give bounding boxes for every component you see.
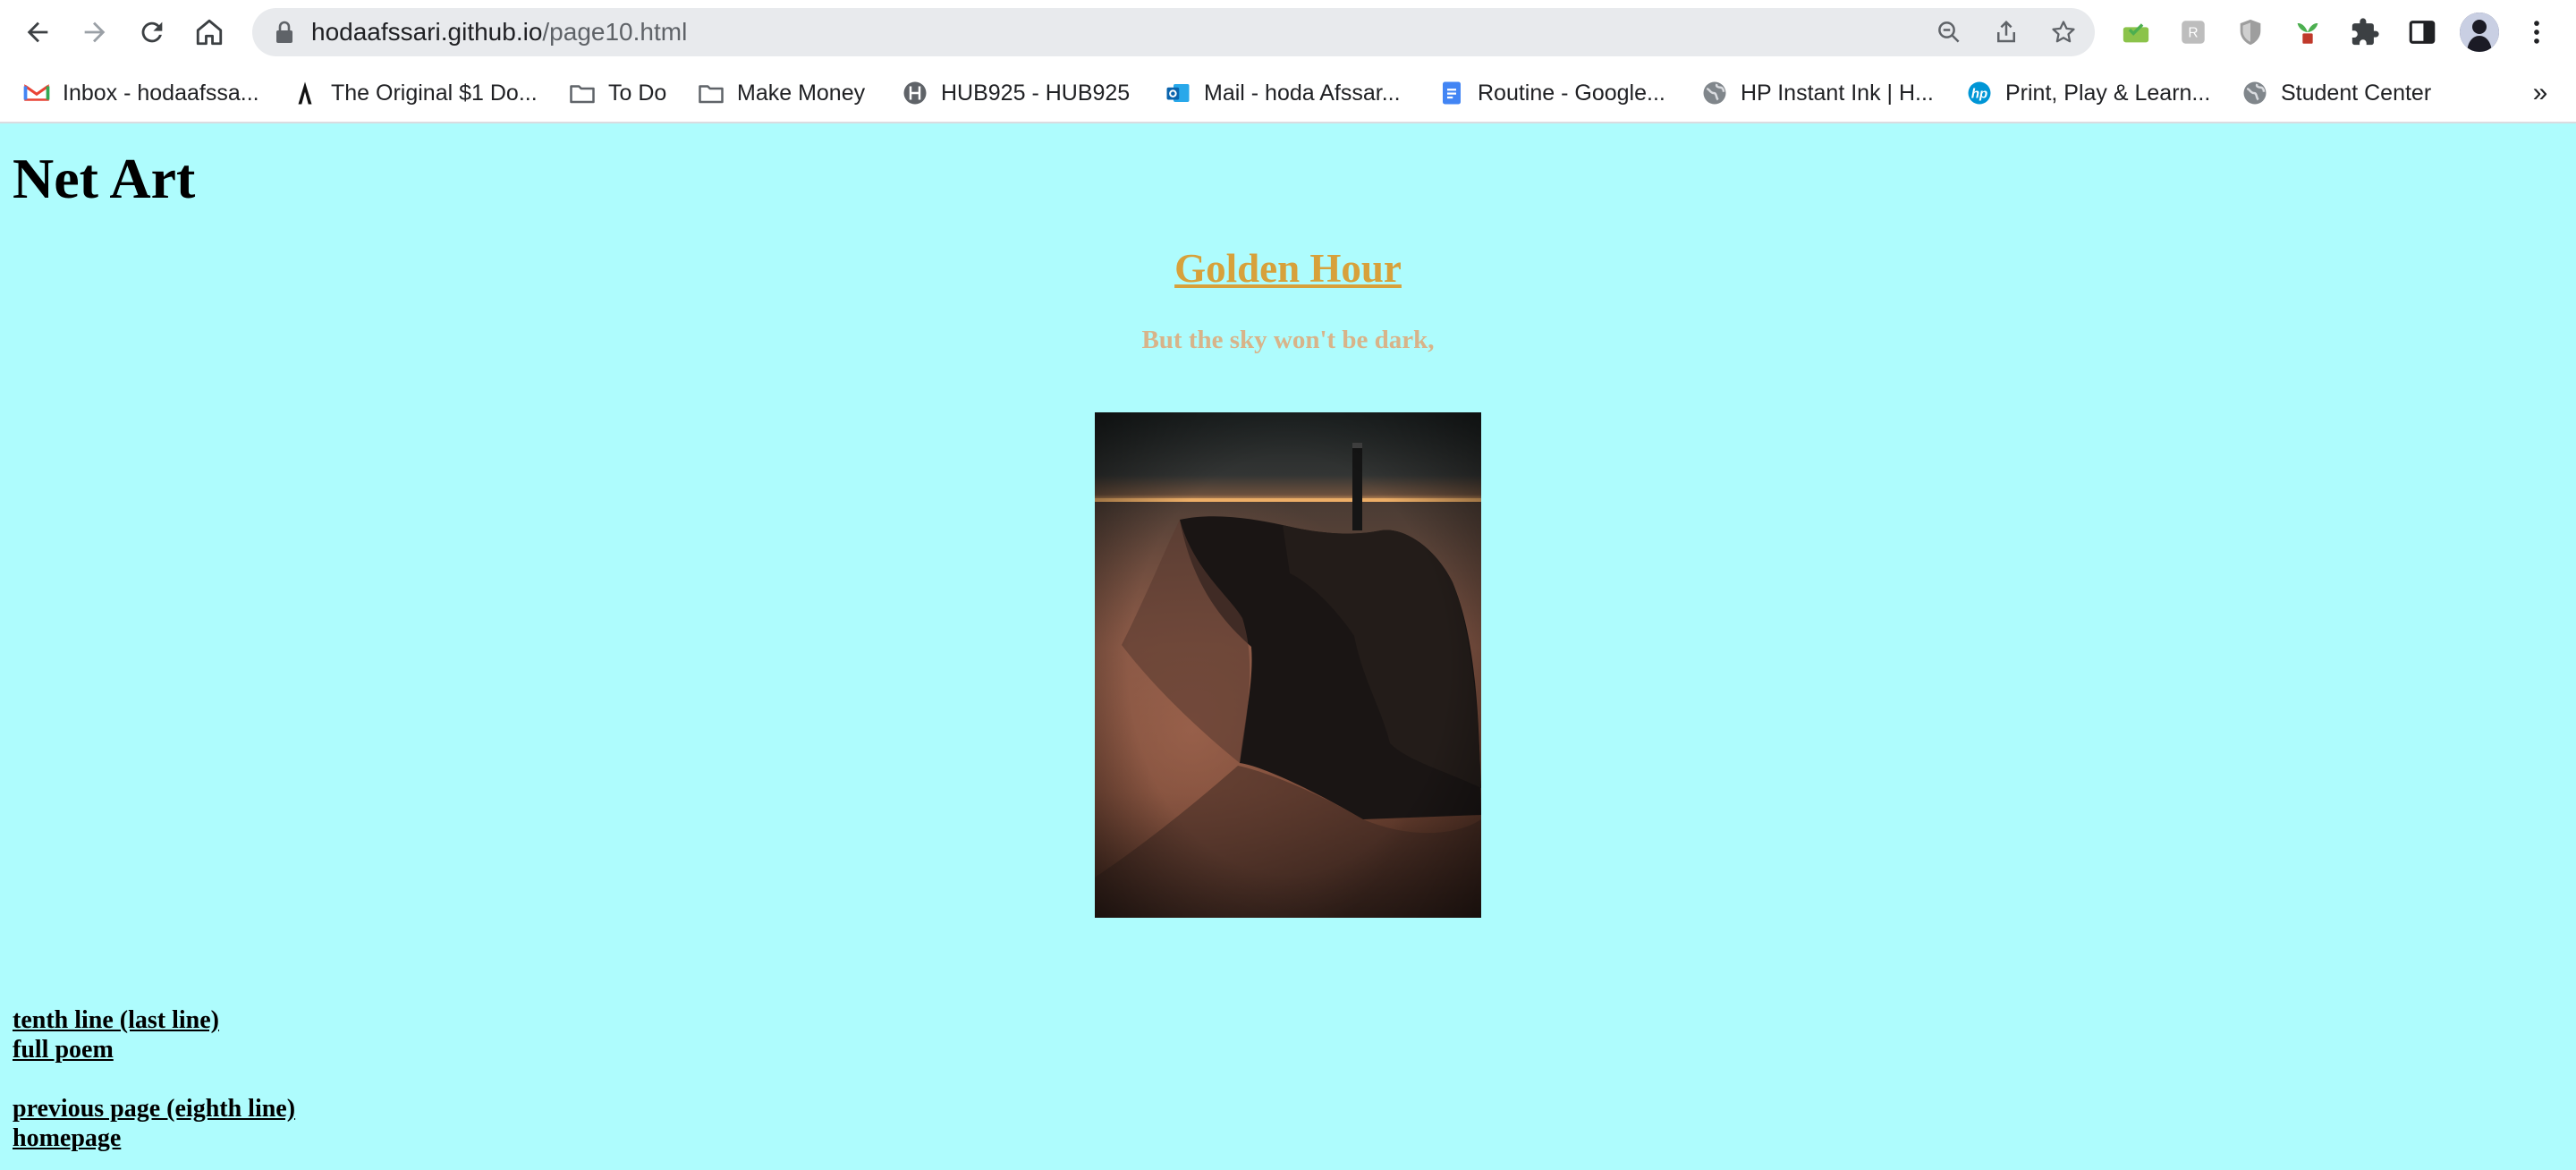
google-docs-icon xyxy=(1438,80,1465,106)
arrow-left-icon xyxy=(27,21,48,43)
extension-gray-button[interactable]: R xyxy=(2177,16,2209,48)
globe-icon xyxy=(2241,80,2268,106)
web-page: Net Art Golden Hour But the sky won't be… xyxy=(0,123,2576,1170)
arrow-right-icon xyxy=(84,21,106,43)
hub-icon xyxy=(902,80,928,106)
a-logo-icon xyxy=(292,80,318,106)
bookmark-item[interactable]: HUB925 - HUB925 xyxy=(902,72,1130,114)
globe-icon xyxy=(1701,80,1728,106)
navigation-links: tenth line (last line) full poem previou… xyxy=(13,1005,295,1153)
profile-avatar[interactable] xyxy=(2460,13,2499,52)
bookmark-label: To Do xyxy=(608,80,667,106)
plant-icon xyxy=(2297,23,2318,44)
poem-title: Golden Hour xyxy=(0,249,2576,289)
reload-icon xyxy=(141,21,163,43)
bookmark-item[interactable]: The Original $1 Do... xyxy=(292,72,538,114)
gray-extension-icon: R xyxy=(2182,21,2205,44)
url-path: /page10.html xyxy=(542,18,688,46)
browser-chrome: hodaafssari.github.io/page10.html R Inbo… xyxy=(0,0,2576,123)
bookmark-label: Make Money xyxy=(737,80,866,106)
bookmark-label: The Original $1 Do... xyxy=(331,80,538,106)
svg-text:hp: hp xyxy=(1971,87,1987,102)
forward-button[interactable] xyxy=(75,13,114,52)
home-icon xyxy=(196,19,223,46)
poem-line: But the sky won't be dark, xyxy=(1141,326,1435,354)
url-text[interactable]: hodaafssari.github.io/page10.html xyxy=(311,8,687,56)
browser-toolbar: hodaafssari.github.io/page10.html R xyxy=(0,0,2576,64)
bookmark-item[interactable]: To Do xyxy=(569,72,666,114)
svg-text:R: R xyxy=(2188,26,2198,41)
bookmark-label: Student Center xyxy=(2281,80,2432,106)
bookmark-star-button[interactable] xyxy=(2048,17,2079,47)
share-button[interactable] xyxy=(1991,17,2021,47)
url-host: hodaafssari.github.io xyxy=(311,18,543,46)
shield-icon xyxy=(2240,19,2261,46)
bookmark-item[interactable]: Inbox - hodaafssa... xyxy=(23,72,259,114)
bookmarks-overflow-button[interactable]: » xyxy=(2522,72,2558,114)
next-line-link[interactable]: tenth line (last line) xyxy=(13,1005,295,1035)
extension-shield-button[interactable] xyxy=(2234,16,2267,48)
puzzle-icon xyxy=(2351,18,2379,46)
previous-page-link[interactable]: previous page (eighth line) xyxy=(13,1094,295,1123)
vertical-dots-icon xyxy=(2534,21,2539,44)
homepage-link[interactable]: homepage xyxy=(13,1123,295,1153)
bookmark-label: HP Instant Ink | H... xyxy=(1741,80,1934,106)
address-bar[interactable]: hodaafssari.github.io/page10.html xyxy=(252,8,2095,56)
link-spacer xyxy=(13,1064,295,1094)
bookmark-label: Mail - hoda Afssar... xyxy=(1204,80,1401,106)
star-icon xyxy=(2052,21,2075,43)
extension-plant-button[interactable] xyxy=(2292,16,2324,48)
full-poem-link[interactable]: full poem xyxy=(13,1035,295,1064)
browser-menu-button[interactable] xyxy=(2521,16,2553,48)
bookmark-item[interactable]: hp Print, Play & Learn... xyxy=(1966,72,2210,114)
bookmark-item[interactable]: Mail - hoda Afssar... xyxy=(1165,72,1401,114)
bookmarks-bar: Inbox - hodaafssa... The Original $1 Do..… xyxy=(0,72,2576,114)
bookmark-item[interactable]: HP Instant Ink | H... xyxy=(1701,72,1934,114)
folder-icon xyxy=(569,80,596,106)
lock-icon xyxy=(276,21,292,43)
side-panel-icon xyxy=(2409,21,2436,44)
side-panel-button[interactable] xyxy=(2406,16,2438,48)
poem-title-link[interactable]: Golden Hour xyxy=(1174,246,1402,291)
magnifier-minus-icon xyxy=(1938,21,1960,43)
extensions-button[interactable] xyxy=(2349,16,2381,48)
bookmark-item[interactable]: Student Center xyxy=(2241,72,2431,114)
back-button[interactable] xyxy=(18,13,57,52)
zoom-button[interactable] xyxy=(1934,17,1964,47)
folder-icon xyxy=(698,80,724,106)
profile-photo-icon xyxy=(2460,13,2499,52)
artwork-image xyxy=(1095,412,1481,918)
green-check-extension-icon xyxy=(2123,23,2149,43)
page-heading: Net Art xyxy=(13,147,196,210)
hp-icon: hp xyxy=(1966,80,1993,106)
reload-button[interactable] xyxy=(132,13,172,52)
bookmark-label: Print, Play & Learn... xyxy=(2005,80,2211,106)
bookmark-item[interactable]: Make Money xyxy=(698,72,865,114)
home-button[interactable] xyxy=(190,13,229,52)
gmail-icon xyxy=(23,80,50,106)
bookmark-label: HUB925 - HUB925 xyxy=(941,80,1131,106)
bookmark-label: Inbox - hodaafssa... xyxy=(63,80,259,106)
outlook-icon xyxy=(1165,80,1191,106)
share-icon xyxy=(1997,20,2015,43)
extension-check-button[interactable] xyxy=(2120,16,2152,48)
bookmark-item[interactable]: Routine - Google... xyxy=(1438,72,1665,114)
bookmark-label: Routine - Google... xyxy=(1478,80,1665,106)
